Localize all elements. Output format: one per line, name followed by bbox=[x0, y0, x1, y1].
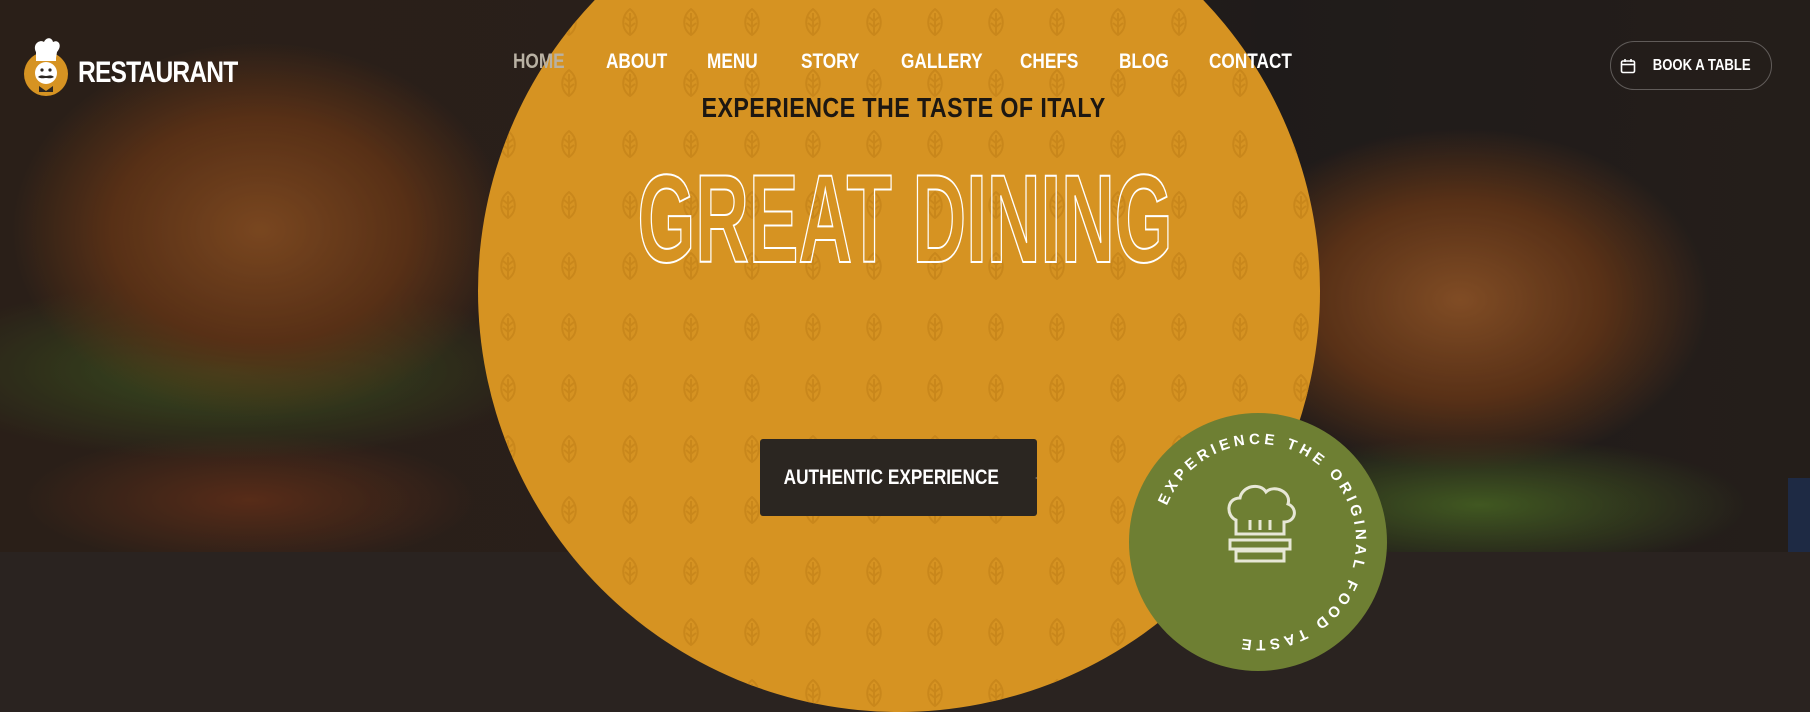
main-nav: HOME ABOUT MENU STORY GALLERY CHEFS BLOG… bbox=[513, 50, 1299, 74]
nav-item-story[interactable]: STORY bbox=[801, 50, 883, 74]
brand-logo[interactable]: RESTAURANT bbox=[22, 36, 272, 98]
calendar-icon bbox=[1620, 58, 1636, 73]
hero-title-text: GREAT DINING bbox=[638, 150, 1173, 280]
nav-item-about[interactable]: ABOUT bbox=[606, 50, 689, 74]
nav-item-chefs[interactable]: CHEFS bbox=[1020, 50, 1101, 74]
hero-title: GREAT DINING bbox=[637, 150, 1174, 280]
nav-item-gallery[interactable]: GALLERY bbox=[901, 50, 999, 74]
book-a-table-label: BOOK A TABLE bbox=[1653, 56, 1751, 74]
side-edge-tab[interactable] bbox=[1788, 478, 1810, 552]
arrow-right-icon bbox=[1034, 476, 1037, 479]
brand-name: RESTAURANT bbox=[78, 56, 238, 89]
nav-item-menu[interactable]: MENU bbox=[707, 50, 784, 74]
chef-logo-icon bbox=[24, 38, 68, 96]
book-a-table-button[interactable]: BOOK A TABLE bbox=[1610, 41, 1772, 90]
rotating-badge: EXPERIENCE THE ORIGINAL FOOD TASTE bbox=[1129, 413, 1387, 671]
authentic-experience-button[interactable]: AUTHENTIC EXPERIENCE bbox=[760, 439, 1037, 516]
cta-label: AUTHENTIC EXPERIENCE bbox=[783, 465, 999, 489]
nav-item-contact[interactable]: CONTACT bbox=[1209, 50, 1292, 74]
nav-item-home[interactable]: HOME bbox=[513, 50, 589, 74]
nav-item-blog[interactable]: BLOG bbox=[1119, 50, 1193, 74]
hero-eyebrow: EXPERIENCE THE TASTE OF ITALY bbox=[701, 92, 1106, 123]
